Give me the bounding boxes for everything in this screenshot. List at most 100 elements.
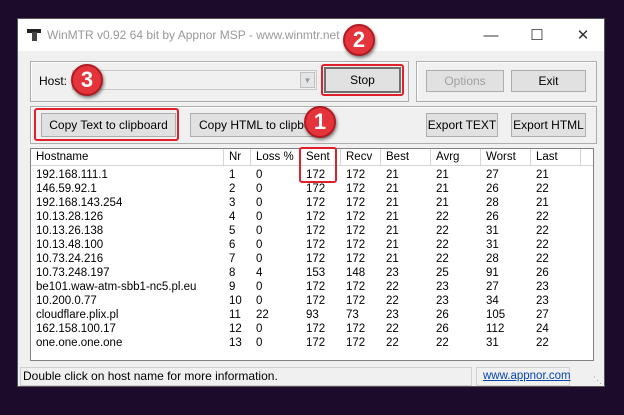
- cell-worst: 26: [486, 211, 499, 223]
- cell-recv: 172: [346, 253, 366, 265]
- column-header-best[interactable]: Best: [381, 149, 431, 166]
- cell-nr: 4: [229, 211, 236, 223]
- cell-sent: 172: [306, 183, 326, 195]
- column-header-avrg[interactable]: Avrg: [431, 149, 481, 166]
- copy-html-button[interactable]: Copy HTML to clipboard: [190, 113, 315, 137]
- cell-sent: 153: [306, 267, 326, 279]
- table-row[interactable]: 162.158.100.17 12 0 172 172 22 26 112 24: [31, 322, 593, 336]
- column-header-last[interactable]: Last: [531, 149, 581, 166]
- cell-last: 21: [536, 197, 549, 209]
- export-text-button[interactable]: Export TEXT: [426, 113, 498, 137]
- cell-hostname: 10.13.48.100: [36, 239, 104, 251]
- column-header-nr[interactable]: Nr: [224, 149, 251, 166]
- cell-best: 21: [386, 211, 399, 223]
- cell-loss: 0: [256, 239, 263, 251]
- host-combobox[interactable]: ▼: [72, 70, 317, 90]
- cell-worst: 34: [486, 295, 499, 307]
- cell-sent: 93: [306, 309, 319, 321]
- cell-avrg: 26: [436, 309, 449, 321]
- cell-nr: 5: [229, 225, 236, 237]
- cell-avrg: 26: [436, 323, 449, 335]
- column-header-loss[interactable]: Loss %: [251, 149, 301, 166]
- cell-hostname: 10.13.26.138: [36, 225, 104, 237]
- cell-hostname: be101.waw-atm-sbb1-nc5.pl.eu: [36, 281, 197, 293]
- maximize-button[interactable]: ☐: [514, 19, 560, 51]
- cell-best: 21: [386, 197, 399, 209]
- table-row[interactable]: cloudflare.plix.pl 11 22 93 73 23 26 105 27: [31, 308, 593, 322]
- cell-loss: 22: [256, 309, 269, 321]
- cell-loss: 0: [256, 323, 263, 335]
- host-label: Host:: [39, 74, 68, 88]
- cell-best: 23: [386, 309, 399, 321]
- cell-worst: 112: [486, 323, 505, 335]
- table-row[interactable]: 10.13.48.100 6 0 172 172 21 22 31 22: [31, 238, 593, 252]
- cell-sent: 172: [306, 197, 326, 209]
- cell-nr: 8: [229, 267, 236, 279]
- cell-hostname: 192.168.143.254: [36, 197, 123, 209]
- cell-last: 22: [536, 225, 549, 237]
- column-header-recv[interactable]: Recv: [341, 149, 381, 166]
- column-header-worst[interactable]: Worst: [481, 149, 531, 166]
- cell-loss: 0: [256, 295, 263, 307]
- cell-hostname: 162.158.100.17: [36, 323, 116, 335]
- table-row[interactable]: one.one.one.one 13 0 172 172 22 22 31 22: [31, 336, 593, 350]
- options-button[interactable]: Options: [426, 70, 504, 92]
- title-bar: WinMTR v0.92 64 bit by Appnor MSP - www.…: [18, 19, 604, 51]
- cell-nr: 9: [229, 281, 236, 293]
- cell-sent: 172: [306, 211, 326, 223]
- cell-loss: 0: [256, 337, 263, 349]
- column-header-hostname[interactable]: Hostname: [31, 149, 224, 166]
- cell-avrg: 21: [436, 197, 449, 209]
- table-row[interactable]: 10.13.26.138 5 0 172 172 21 22 31 22: [31, 224, 593, 238]
- chevron-down-icon[interactable]: ▼: [300, 72, 315, 88]
- close-button[interactable]: ✕: [560, 19, 606, 51]
- winmtr-window: WinMTR v0.92 64 bit by Appnor MSP - www.…: [17, 18, 605, 387]
- cell-best: 21: [386, 183, 399, 195]
- window-title: WinMTR v0.92 64 bit by Appnor MSP - www.…: [47, 28, 340, 42]
- cell-worst: 26: [486, 183, 499, 195]
- column-header-filler: [581, 149, 593, 166]
- table-row[interactable]: 10.73.248.197 8 4 153 148 23 25 91 26: [31, 266, 593, 280]
- highlight-box: [299, 147, 337, 183]
- table-row[interactable]: 10.13.28.126 4 0 172 172 21 22 26 22: [31, 210, 593, 224]
- export-html-button[interactable]: Export HTML: [511, 113, 586, 137]
- cell-hostname: 10.73.24.216: [36, 253, 104, 265]
- cell-loss: 0: [256, 211, 263, 223]
- cell-worst: 31: [486, 225, 499, 237]
- cell-recv: 172: [346, 337, 366, 349]
- cell-recv: 172: [346, 295, 366, 307]
- table-row[interactable]: 146.59.92.1 2 0 172 172 21 21 26 22: [31, 182, 593, 196]
- highlight-box: [321, 64, 404, 96]
- cell-recv: 73: [346, 309, 359, 321]
- cell-loss: 0: [256, 281, 263, 293]
- minimize-button[interactable]: —: [468, 19, 514, 51]
- cell-avrg: 22: [436, 225, 449, 237]
- cell-last: 27: [536, 309, 549, 321]
- cell-avrg: 22: [436, 337, 449, 349]
- status-message: Double click on host name for more infor…: [20, 367, 472, 386]
- table-row[interactable]: 192.168.143.254 3 0 172 172 21 21 28 21: [31, 196, 593, 210]
- cell-nr: 11: [229, 309, 241, 321]
- cell-hostname: 10.200.0.77: [36, 295, 97, 307]
- cell-nr: 6: [229, 239, 236, 251]
- cell-recv: 172: [346, 239, 366, 251]
- table-row[interactable]: 10.73.24.216 7 0 172 172 21 22 28 22: [31, 252, 593, 266]
- cell-hostname: one.one.one.one: [36, 337, 123, 349]
- cell-best: 22: [386, 281, 399, 293]
- exit-button[interactable]: Exit: [511, 70, 586, 92]
- cell-recv: 172: [346, 211, 366, 223]
- cell-loss: 0: [256, 253, 263, 265]
- cell-hostname: 10.73.248.197: [36, 267, 110, 279]
- step-badge-1: 1: [304, 106, 336, 138]
- cell-last: 24: [536, 323, 549, 335]
- cell-best: 21: [386, 169, 399, 181]
- table-row[interactable]: 10.200.0.77 10 0 172 172 22 23 34 23: [31, 294, 593, 308]
- cell-sent: 172: [306, 225, 326, 237]
- cell-sent: 172: [306, 281, 326, 293]
- cell-worst: 27: [486, 281, 499, 293]
- resize-grip-icon[interactable]: ⋱: [593, 375, 602, 386]
- appnor-link[interactable]: www.appnor.com: [476, 367, 571, 386]
- cell-last: 23: [536, 281, 549, 293]
- cell-worst: 28: [486, 197, 499, 209]
- table-row[interactable]: be101.waw-atm-sbb1-nc5.pl.eu 9 0 172 172 22 23…: [31, 280, 593, 294]
